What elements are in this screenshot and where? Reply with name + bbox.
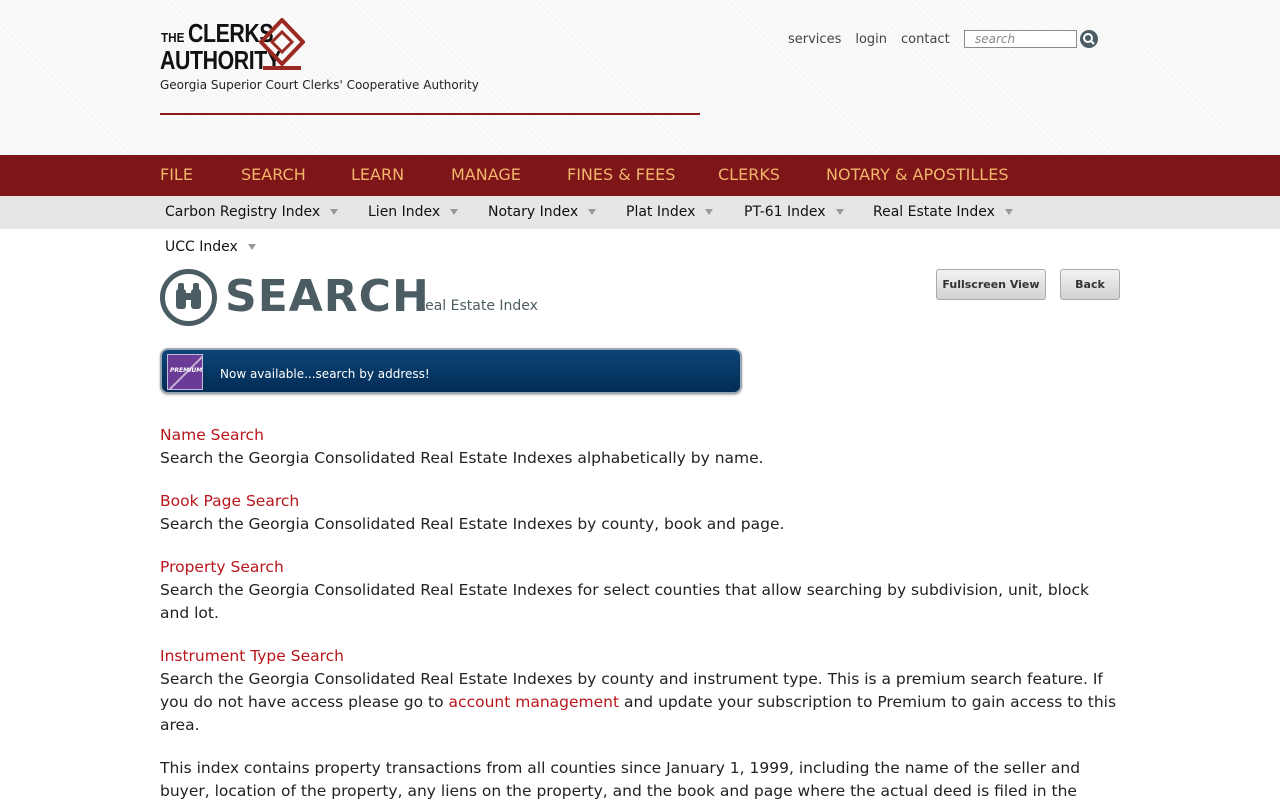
subnav-plat-index[interactable]: Plat Index [626,204,714,220]
main-content: Name Search Search the Georgia Consolida… [160,424,1120,800]
header-divider [160,113,700,115]
property-search-desc: Search the Georgia Consolidated Real Est… [160,581,1089,622]
nav-file[interactable]: FILE [160,165,193,184]
subnav-label: Plat Index [626,204,696,220]
banner-text: Now available...search by address! [220,367,430,381]
caret-down-icon [705,209,714,215]
name-search-link[interactable]: Name Search [160,424,1120,447]
section-book-page-search: Book Page Search Search the Georgia Cons… [160,490,1120,536]
services-link[interactable]: services [788,32,841,47]
subnav-label: Carbon Registry Index [165,204,321,220]
page-subtitle: Real Estate Index [416,298,538,314]
section-instrument-type-search: Instrument Type Search Search the Georgi… [160,645,1120,737]
subnav-ucc-index[interactable]: UCC Index [165,239,256,255]
nav-notary-apostilles[interactable]: NOTARY & APOSTILLES [826,165,1008,184]
nav-fines-fees[interactable]: FINES & FEES [567,165,675,184]
caret-down-icon [247,244,256,250]
site-header: THE CLERKS AUTHORITY Georgia Superior Co… [0,0,1280,155]
subnav-label: Real Estate Index [873,204,995,220]
subnav-label: Lien Index [368,204,441,220]
site-logo[interactable]: THE CLERKS AUTHORITY [160,18,310,76]
search-icon [1083,33,1095,45]
subnav-pt61-index[interactable]: PT-61 Index [744,204,844,220]
nav-clerks[interactable]: CLERKS [718,165,780,184]
caret-down-icon [588,209,597,215]
search-input[interactable] [964,30,1077,48]
logo-diamond-mark [259,18,305,70]
section-name-search: Name Search Search the Georgia Consolida… [160,424,1120,470]
page-title: SEARCH [225,271,430,322]
login-link[interactable]: login [855,32,887,47]
subnav-notary-index[interactable]: Notary Index [488,204,597,220]
book-page-search-link[interactable]: Book Page Search [160,490,1120,513]
nav-manage[interactable]: MANAGE [451,165,521,184]
site-tagline: Georgia Superior Court Clerks' Cooperati… [160,78,479,92]
back-button[interactable]: Back [1060,269,1120,300]
fullscreen-view-button[interactable]: Fullscreen View [936,269,1046,300]
book-page-search-desc: Search the Georgia Consolidated Real Est… [160,515,785,533]
main-nav: FILE SEARCH LEARN MANAGE FINES & FEES CL… [0,155,1280,196]
search-button[interactable] [1080,30,1098,48]
index-description: This index contains property transaction… [160,759,1081,800]
section-property-search: Property Search Search the Georgia Conso… [160,556,1120,625]
caret-down-icon [330,209,339,215]
account-management-link[interactable]: account management [449,693,620,711]
property-search-link[interactable]: Property Search [160,556,1120,579]
subnav-carbon-registry-index[interactable]: Carbon Registry Index [165,204,339,220]
caret-down-icon [1004,209,1013,215]
top-links: services login contact [788,30,964,48]
premium-badge-label: PREMIUM [170,367,203,374]
binoculars-icon [160,269,217,326]
subnav-label: Notary Index [488,204,579,220]
premium-badge-icon: PREMIUM [167,354,203,390]
logo-the: THE [161,30,185,45]
instrument-type-search-link[interactable]: Instrument Type Search [160,645,1120,668]
caret-down-icon [450,209,459,215]
nav-search[interactable]: SEARCH [241,165,306,184]
subnav-label: PT-61 Index [744,204,826,220]
contact-link[interactable]: contact [901,32,950,47]
nav-learn[interactable]: LEARN [351,165,404,184]
premium-banner[interactable]: PREMIUM Now available...search by addres… [160,348,742,394]
subnav-label: UCC Index [165,239,238,255]
subnav-lien-index[interactable]: Lien Index [368,204,459,220]
subnav-real-estate-index[interactable]: Real Estate Index [873,204,1013,220]
name-search-desc: Search the Georgia Consolidated Real Est… [160,449,764,467]
caret-down-icon [835,209,844,215]
instrument-type-search-desc: Search the Georgia Consolidated Real Est… [160,668,1120,737]
